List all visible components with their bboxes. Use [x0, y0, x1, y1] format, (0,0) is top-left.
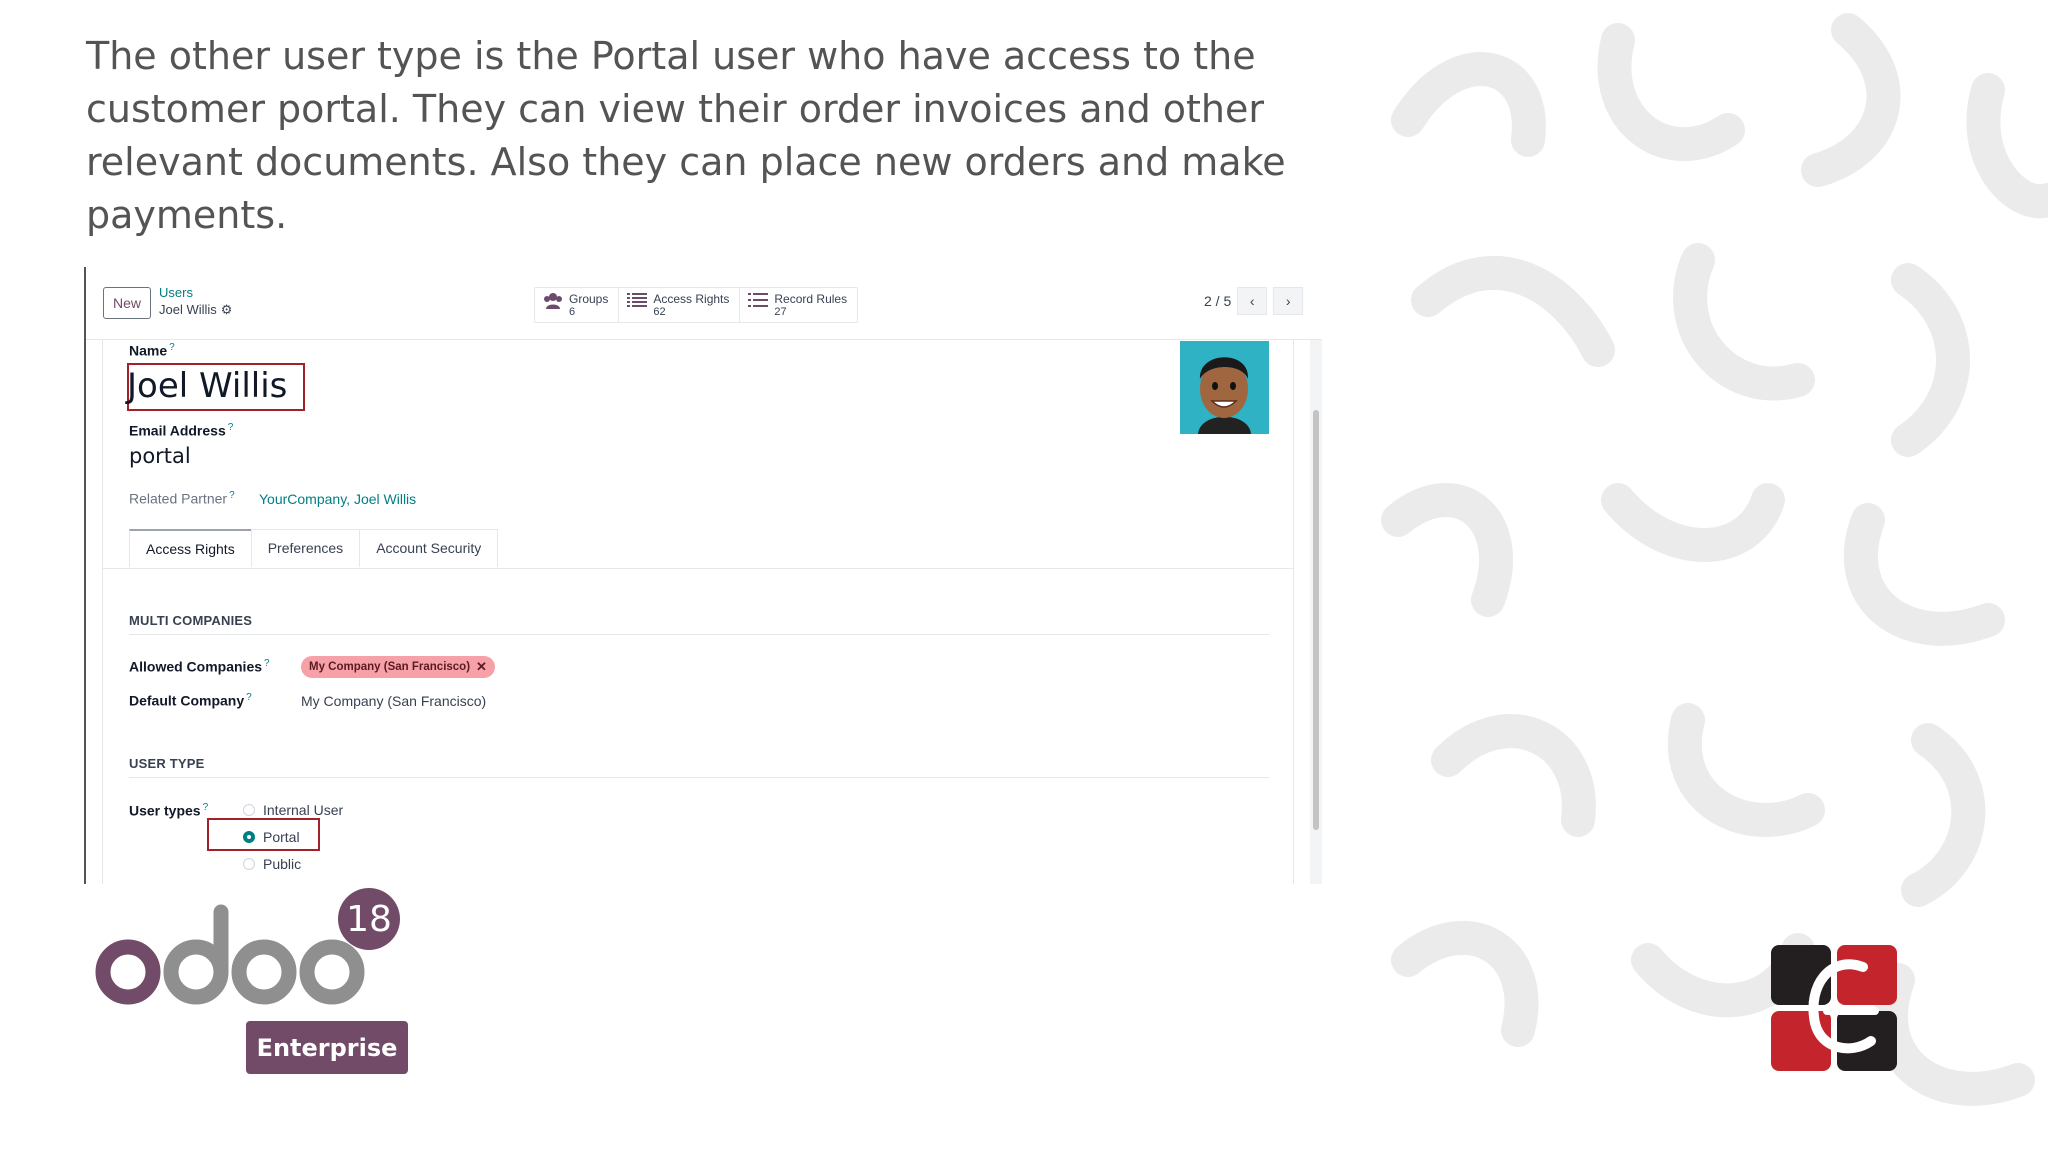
form-tabs: Access Rights Preferences Account Securi… — [129, 529, 499, 567]
scrollbar-thumb[interactable] — [1313, 410, 1319, 830]
radio-button[interactable] — [243, 804, 255, 816]
tab-divider — [103, 568, 1293, 569]
help-icon[interactable]: ? — [203, 802, 209, 813]
radio-button[interactable] — [243, 858, 255, 870]
breadcrumb-current-label: Joel Willis — [159, 302, 217, 317]
tab-preferences[interactable]: Preferences — [250, 529, 361, 567]
multi-companies-heading: MULTI COMPANIES — [129, 613, 253, 628]
breadcrumb-users-link[interactable]: Users — [159, 285, 232, 301]
groups-count: 6 — [569, 306, 576, 318]
version-badge: 18 — [338, 888, 400, 950]
control-panel: New Users Joel Willis ⚙ Groups 6 Access … — [86, 267, 1322, 340]
radio-label: Public — [263, 856, 302, 872]
pager: 2 / 5 ‹ › — [1204, 287, 1304, 315]
user-type-heading: USER TYPE — [129, 756, 205, 771]
tab-account-security[interactable]: Account Security — [359, 529, 499, 567]
radio-public[interactable]: Public — [243, 856, 301, 872]
radio-label: Internal User — [263, 802, 344, 818]
help-icon[interactable]: ? — [264, 658, 270, 669]
avatar-image — [1180, 341, 1269, 434]
help-icon[interactable]: ? — [246, 692, 252, 703]
access-rights-smart-button[interactable]: Access Rights 62 — [619, 288, 741, 322]
new-button[interactable]: New — [103, 287, 151, 319]
access-rights-label: Access Rights — [653, 292, 730, 306]
decorative-pattern — [1381, 13, 2048, 1106]
email-label-text: Email Address — [129, 422, 226, 439]
users-icon — [544, 293, 562, 309]
related-partner-label: Related Partner? — [129, 490, 235, 507]
odoo-user-form-screenshot: New Users Joel Willis ⚙ Groups 6 Access … — [84, 267, 1322, 884]
user-form-sheet: Name? Joel Willis Email Address? portal … — [102, 340, 1294, 884]
related-partner-label-text: Related Partner — [129, 490, 228, 507]
pager-value: 2 / 5 — [1204, 293, 1232, 309]
chevron-left-icon[interactable]: ‹ — [1237, 287, 1268, 315]
default-company-label: Default Company? — [129, 692, 252, 709]
list-icon — [627, 293, 648, 307]
record-rules-label: Record Rules — [774, 292, 848, 306]
record-rules-count: 27 — [774, 306, 787, 318]
name-label: Name? — [129, 342, 175, 359]
section-divider — [129, 634, 1269, 635]
list-icon — [748, 293, 769, 307]
radio-button-selected[interactable] — [243, 831, 255, 843]
company-brand-logo — [1771, 945, 1897, 1071]
groups-label: Groups — [569, 292, 609, 306]
breadcrumb: Users Joel Willis ⚙ — [159, 285, 232, 319]
help-icon[interactable]: ? — [169, 342, 175, 353]
enterprise-badge: Enterprise — [246, 1021, 408, 1074]
section-divider — [129, 777, 1269, 778]
email-label: Email Address? — [129, 422, 233, 439]
access-rights-count: 62 — [653, 306, 666, 318]
chevron-right-icon[interactable]: › — [1273, 287, 1304, 315]
company-tag[interactable]: My Company (San Francisco) ✕ — [301, 656, 495, 678]
radio-portal[interactable]: Portal — [243, 829, 300, 845]
email-field[interactable]: portal — [129, 444, 191, 468]
scrollbar[interactable] — [1310, 340, 1322, 884]
tab-access-rights[interactable]: Access Rights — [129, 529, 252, 567]
allowed-companies-label-text: Allowed Companies — [129, 658, 263, 675]
radio-internal-user[interactable]: Internal User — [243, 802, 343, 818]
help-icon[interactable]: ? — [228, 422, 234, 433]
groups-smart-button[interactable]: Groups 6 — [535, 288, 620, 322]
close-icon[interactable]: ✕ — [476, 659, 487, 675]
avatar[interactable] — [1180, 341, 1269, 434]
allowed-companies-label: Allowed Companies? — [129, 658, 270, 675]
default-company-field[interactable]: My Company (San Francisco) — [301, 693, 486, 709]
gear-icon[interactable]: ⚙ — [221, 301, 233, 319]
user-types-label: User types? — [129, 802, 208, 819]
company-tag-label: My Company (San Francisco) — [309, 661, 471, 673]
smart-buttons: Groups 6 Access Rights 62 Record Rules 2… — [534, 287, 859, 323]
related-partner-link[interactable]: YourCompany, Joel Willis — [259, 491, 416, 507]
record-rules-smart-button[interactable]: Record Rules 27 — [740, 288, 857, 322]
name-field[interactable]: Joel Willis — [127, 366, 287, 406]
slide-caption: The other user type is the Portal user w… — [86, 34, 1286, 237]
radio-label: Portal — [263, 829, 300, 845]
user-types-label-text: User types — [129, 802, 201, 819]
default-company-label-text: Default Company — [129, 692, 245, 709]
help-icon[interactable]: ? — [229, 490, 235, 501]
name-label-text: Name — [129, 342, 168, 359]
breadcrumb-current: Joel Willis ⚙ — [159, 301, 232, 319]
